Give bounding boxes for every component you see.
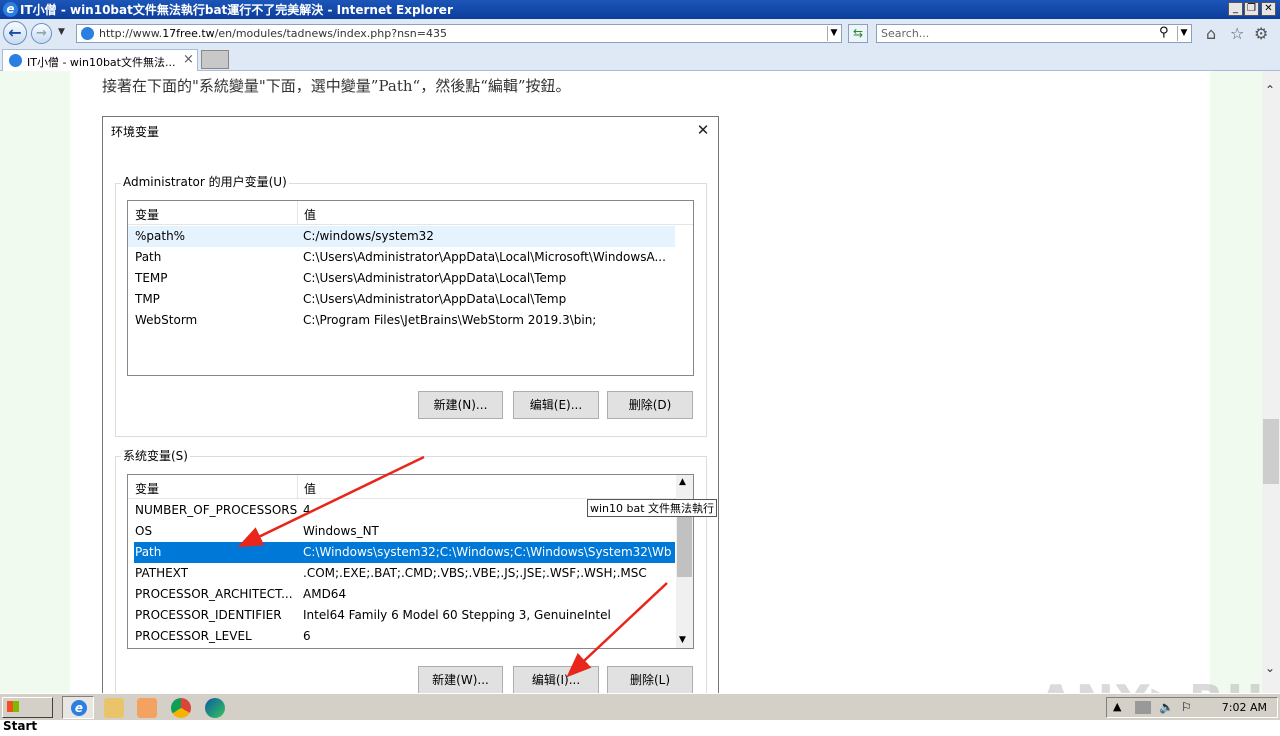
new-tab-button[interactable] [201,50,229,69]
network-icon[interactable] [1135,701,1151,714]
navigation-bar: ← → ▼ http://www.17free.tw/en/modules/ta… [0,19,1280,47]
tab-favicon-icon [9,54,22,67]
ie-logo-icon: e [3,2,18,17]
home-icon[interactable]: ⌂ [1206,24,1216,43]
system-tray: ▲ 🔈 ⚐ 7:02 AM [1106,697,1278,718]
forward-arrow-icon[interactable]: → [31,23,52,44]
address-url[interactable]: http://www.17free.tw/en/modules/tadnews/… [99,27,447,40]
red-arrow-to-path [237,455,425,548]
anyrun-watermark: ANY▷RUN [1038,675,1262,693]
tab-label: IT小僧 - win10bat文件無法... [27,56,176,69]
search-input[interactable] [881,26,1151,41]
search-dropdown-icon[interactable]: ▼ [1177,26,1190,41]
ie-icon: e [71,700,87,716]
windows-logo-icon [7,701,19,712]
chrome-icon[interactable] [171,698,191,718]
image-tooltip: win10 bat 文件無法執行 [587,499,718,517]
back-arrow-icon[interactable]: ← [3,21,27,45]
compatibility-refresh-icon[interactable]: ⇆ [848,24,868,43]
settings-gear-icon[interactable]: ⚙ [1254,24,1268,43]
address-dropdown-icon[interactable]: ▼ [827,26,840,41]
page-scroll-up-icon[interactable]: ⌃ [1265,83,1275,97]
page-content: 接著在下面的"系統變量"下面，選中變量”Path“，然後點“編輯”按鈕。 环境变… [0,71,1262,693]
start-label: Start [3,719,38,733]
tray-expand-icon[interactable]: ▲ [1113,700,1121,713]
volume-icon[interactable]: 🔈 [1159,700,1174,714]
taskbar: Start e ▲ 🔈 ⚐ 7:02 AM [0,693,1280,733]
media-player-icon[interactable] [137,698,157,718]
start-button[interactable]: Start [2,697,53,733]
history-dropdown-icon[interactable]: ▼ [58,27,65,37]
address-bar[interactable]: http://www.17free.tw/en/modules/tadnews/… [76,24,842,43]
window-title: IT小僧 - win10bat文件無法執行bat運行不了完美解決 - Inter… [20,3,453,17]
search-magnifier-icon[interactable]: ⚲ [1159,25,1169,40]
page-scroll-thumb[interactable] [1263,419,1279,484]
close-window-button[interactable]: ✕ [1261,2,1276,16]
window-titlebar[interactable]: e IT小僧 - win10bat文件無法執行bat運行不了完美解決 - Int… [0,0,1280,19]
tab-bar: IT小僧 - win10bat文件無法... × [0,47,1280,71]
action-center-flag-icon[interactable]: ⚐ [1181,700,1192,714]
red-arrow-to-edit [566,582,668,678]
favorites-star-icon[interactable]: ☆ [1230,24,1244,43]
search-bar[interactable]: ⚲ ▼ [876,24,1192,43]
file-explorer-icon[interactable] [104,698,124,718]
site-favicon-icon [81,27,94,40]
taskbar-clock[interactable]: 7:02 AM [1222,701,1267,714]
minimize-button[interactable]: _ [1228,2,1243,16]
edge-icon[interactable] [205,698,225,718]
restore-button[interactable]: ❐ [1244,2,1259,16]
annotation-arrows [237,455,668,678]
tab-active[interactable]: IT小僧 - win10bat文件無法... × [2,49,198,71]
page-scroll-down-icon[interactable]: ⌄ [1265,661,1275,675]
page-scrollbar[interactable]: ⌃ ⌄ [1262,71,1280,693]
taskbar-ie-button[interactable]: e [62,696,94,719]
tab-close-icon[interactable]: × [183,52,194,67]
